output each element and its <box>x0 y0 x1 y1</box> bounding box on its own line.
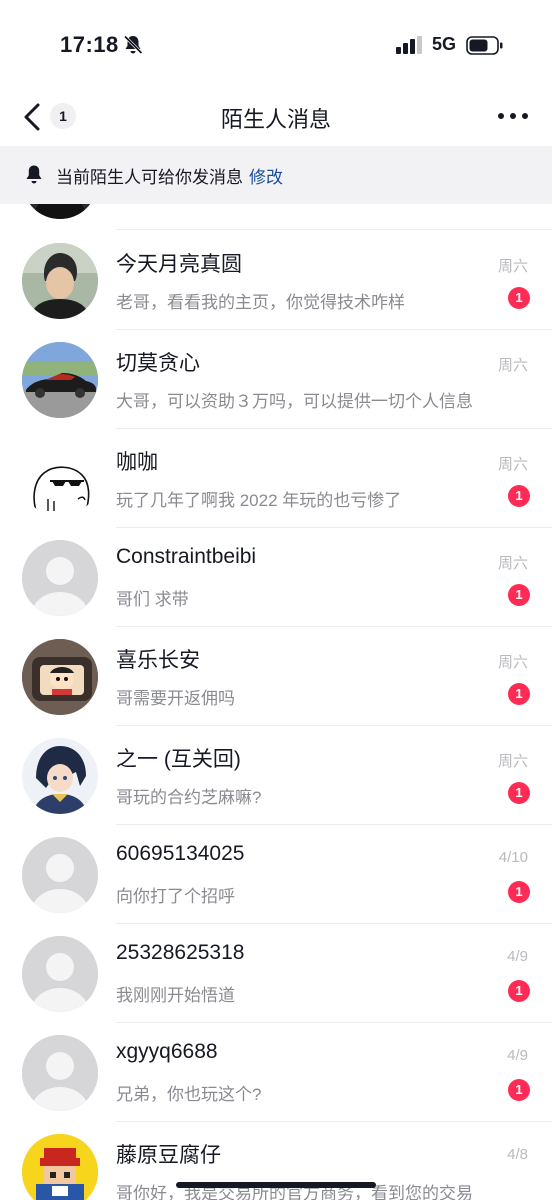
avatar[interactable] <box>22 540 98 616</box>
conversation-message: 哥们 求带 <box>116 590 189 609</box>
avatar[interactable] <box>22 243 98 319</box>
avatar[interactable] <box>22 738 98 814</box>
avatar[interactable] <box>22 1035 98 1111</box>
conversation-name: 咖咖 <box>116 451 158 474</box>
conversation-row[interactable]: 25328625318 我刚刚开始悟道 4/9 1 <box>0 924 552 1023</box>
conversation-message: 向你打了个招呼 <box>116 887 235 906</box>
conversation-name: Constraintbeibi <box>116 545 257 568</box>
avatar[interactable] <box>22 936 98 1012</box>
default-user-icon <box>22 540 98 616</box>
avatar[interactable] <box>22 837 98 913</box>
unread-badge: 1 <box>508 782 530 804</box>
notice-text: 当前陌生人可给你发消息 修改 <box>56 163 283 188</box>
stranger-notice-bar: 当前陌生人可给你发消息 修改 <box>0 146 552 204</box>
conversation-message: 大哥，可以资助３万吗，可以提供一切个人信息 <box>116 392 473 411</box>
conversation-row[interactable]: Constraintbeibi 哥们 求带 周六 1 <box>0 528 552 627</box>
row-divider <box>116 229 552 230</box>
conversation-row[interactable]: 之一 (互关回) 哥玩的合约芝麻嘛? 周六 1 <box>0 726 552 825</box>
avatar[interactable] <box>22 1134 98 1200</box>
conversation-name: 25328625318 <box>116 941 245 964</box>
avatar <box>22 204 98 219</box>
conversation-row[interactable]: 藤原豆腐仔 哥你好，我是交易所的官方商务，看到您的交易 4/8 <box>0 1122 552 1200</box>
conversation-row[interactable]: 60695134025 向你打了个招呼 4/10 1 <box>0 825 552 924</box>
battery-icon <box>466 36 503 55</box>
network-type: 5G <box>432 34 457 54</box>
default-user-icon <box>22 936 98 1012</box>
unread-badge: 1 <box>508 287 530 309</box>
conversation-name: 切莫贪心 <box>116 352 200 375</box>
unread-badge: 1 <box>508 485 530 507</box>
conversation-row[interactable]: 切莫贪心 大哥，可以资助３万吗，可以提供一切个人信息 周六 <box>0 330 552 429</box>
home-indicator[interactable] <box>176 1182 376 1188</box>
pixel-avatar-icon <box>22 1134 98 1200</box>
notice-message: 当前陌生人可给你发消息 <box>56 168 243 187</box>
conversation-name: 之一 (互关回) <box>116 748 241 771</box>
unread-badge: 1 <box>508 584 530 606</box>
conversation-row[interactable]: 今天月亮真圆 老哥，看看我的主页，你觉得技术咋样 周六 1 <box>0 231 552 330</box>
avatar[interactable] <box>22 639 98 715</box>
signal-icon <box>396 36 422 54</box>
conversation-name: 60695134025 <box>116 842 245 865</box>
avatar[interactable] <box>22 342 98 418</box>
conversation-row[interactable]: xgyyq6688 兄弟，你也玩这个? 4/9 1 <box>0 1023 552 1122</box>
conversation-row[interactable]: 喜乐长安 哥需要开返佣吗 周六 1 <box>0 627 552 726</box>
avatar[interactable] <box>22 441 98 517</box>
conversation-message: 玩了几年了啊我 2022 年玩的也亏惨了 <box>116 491 402 510</box>
conversation-time: 周六 <box>497 258 528 275</box>
sportscar-avatar-icon <box>22 342 98 418</box>
conversation-message: 哥玩的合约芝麻嘛? <box>116 788 262 807</box>
conversation-name: xgyyq6688 <box>116 1040 218 1063</box>
dark-avatar-icon <box>32 204 88 219</box>
conversation-time: 周六 <box>497 555 528 572</box>
anime-avatar-icon <box>22 738 98 814</box>
status-bar: 17:18 5G <box>0 0 552 90</box>
unread-badge: 1 <box>508 980 530 1002</box>
conversation-message: 哥需要开返佣吗 <box>116 689 235 708</box>
bell-muted-icon <box>123 35 143 55</box>
bell-icon <box>26 165 42 184</box>
conversation-time: 周六 <box>497 357 528 374</box>
unread-badge: 1 <box>508 881 530 903</box>
conversation-time: 4/9 <box>507 1047 528 1064</box>
conversation-time: 周六 <box>497 456 528 473</box>
default-user-icon <box>22 837 98 913</box>
conversation-row[interactable]: 咖咖 玩了几年了啊我 2022 年玩的也亏惨了 周六 1 <box>0 429 552 528</box>
conversation-name: 喜乐长安 <box>116 649 200 672</box>
conversation-message: 老哥，看看我的主页，你觉得技术咋样 <box>116 293 405 312</box>
conversation-time: 4/9 <box>507 948 528 965</box>
status-time: 17:18 <box>60 32 119 57</box>
photo-avatar-icon <box>22 243 98 319</box>
conversation-list: 1 今天月亮真圆 老哥，看看我的主页，你觉得技术咋样 周六 1 <box>0 204 552 1200</box>
conversation-time: 周六 <box>497 753 528 770</box>
conversation-time: 4/8 <box>507 1146 528 1163</box>
conversation-time: 周六 <box>497 654 528 671</box>
conversation-name: 藤原豆腐仔 <box>116 1144 221 1167</box>
nav-bar: 1 陌生人消息 <box>0 90 552 145</box>
more-dots-icon[interactable] <box>496 106 530 126</box>
default-user-icon <box>22 1035 98 1111</box>
modify-link[interactable]: 修改 <box>249 168 283 187</box>
conversation-message: 兄弟，你也玩这个? <box>116 1085 262 1104</box>
conversation-time: 4/10 <box>498 849 528 866</box>
conversation-row[interactable]: 1 <box>0 204 552 230</box>
sunglasses-doodle-avatar-icon <box>22 441 98 517</box>
cartoon-avatar-icon <box>22 639 98 715</box>
conversation-message: 我刚刚开始悟道 <box>116 986 235 1005</box>
unread-badge: 1 <box>508 683 530 705</box>
page-title: 陌生人消息 <box>220 107 331 132</box>
unread-badge: 1 <box>508 1079 530 1101</box>
conversation-name: 今天月亮真圆 <box>116 253 242 276</box>
